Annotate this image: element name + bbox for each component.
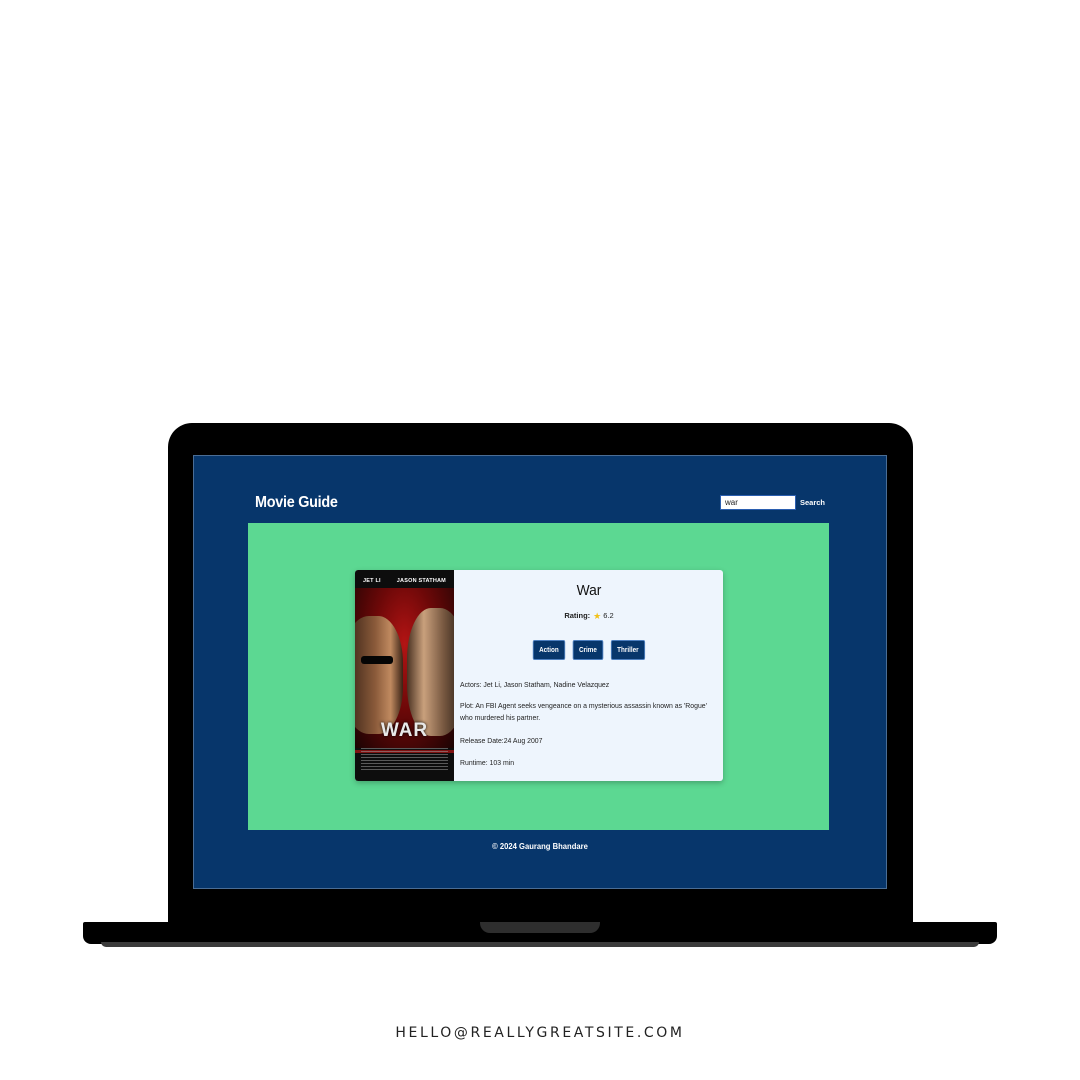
- rating-label: Rating:: [564, 611, 591, 620]
- search-button[interactable]: Search: [800, 498, 825, 507]
- search-input[interactable]: [720, 495, 796, 510]
- poster-name: JET LI: [363, 578, 381, 584]
- genre-tag-thriller[interactable]: Thriller: [610, 640, 645, 660]
- footer-copyright: © 2024 Gaurang Bhandare: [492, 841, 588, 851]
- star-icon: ★: [593, 611, 602, 621]
- poster-face-right: [407, 608, 454, 736]
- movie-title: War: [576, 582, 602, 599]
- genre-tag-action[interactable]: Action: [533, 640, 566, 660]
- movie-runtime: Runtime: 103 min: [460, 758, 515, 767]
- poster-face-left: [355, 616, 403, 734]
- poster-name: JASON STATHAM: [396, 578, 446, 584]
- rating-row: Rating: ★ 6.2: [459, 611, 719, 622]
- poster-credits: [361, 748, 448, 770]
- main-content: JET LI JASON STATHAM WAR War Rating: ★ 6.2…: [248, 523, 829, 830]
- laptop-base-shadow: [101, 942, 979, 947]
- rating-value: 6.2: [603, 611, 614, 620]
- poster-title: WAR: [380, 720, 429, 741]
- brand-title[interactable]: Movie Guide: [255, 494, 338, 512]
- laptop-screen: Movie Guide Search JET LI JASON STATHAM …: [193, 455, 887, 889]
- movie-release-date: Release Date:24 Aug 2007: [460, 736, 543, 745]
- genre-tag-crime[interactable]: Crime: [572, 640, 604, 660]
- movie-poster: JET LI JASON STATHAM WAR: [355, 570, 454, 781]
- laptop-trackpad-notch: [480, 922, 600, 933]
- laptop-lid: Movie Guide Search JET LI JASON STATHAM …: [168, 423, 913, 925]
- movie-card: JET LI JASON STATHAM WAR War Rating: ★ 6.2…: [355, 570, 723, 781]
- poster-sunglasses: [361, 656, 393, 664]
- genre-list: Action Crime Thriller: [459, 640, 719, 660]
- contact-email: HELLO@REALLYGREATSITE.COM: [395, 1025, 685, 1041]
- movie-plot: Plot: An FBI Agent seeks vengeance on a …: [460, 701, 707, 722]
- laptop-base: [83, 922, 997, 944]
- poster-actor-names: JET LI JASON STATHAM: [355, 578, 454, 584]
- movie-actors: Actors: Jet Li, Jason Statham, Nadine Ve…: [460, 680, 610, 689]
- movie-details: War Rating: ★ 6.2 Action Crime Thriller Ac…: [459, 570, 719, 781]
- app-header: Movie Guide Search: [194, 456, 886, 523]
